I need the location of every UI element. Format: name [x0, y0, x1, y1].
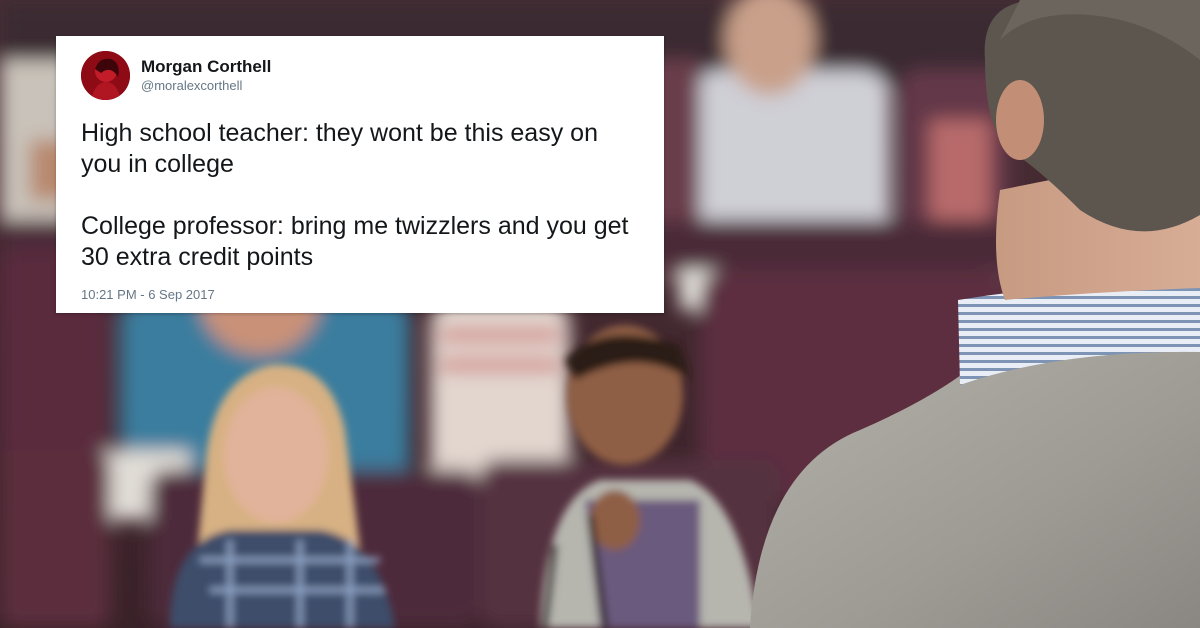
tweet-header: Morgan Corthell @moralexcorthell — [81, 46, 640, 104]
avatar[interactable] — [81, 50, 130, 100]
tweet-paragraph: College professor: bring me twizzlers an… — [81, 212, 629, 271]
tweet-timestamp[interactable]: 10:21 PM - 6 Sep 2017 — [81, 287, 640, 302]
author-handle[interactable]: @moralexcorthell — [141, 77, 271, 94]
tweet-text: High school teacher: they wont be this e… — [81, 118, 640, 273]
author-display-name[interactable]: Morgan Corthell — [141, 56, 271, 77]
avatar-photo — [81, 50, 130, 100]
tweet-card: Morgan Corthell @moralexcorthell High sc… — [56, 36, 664, 313]
author-block: Morgan Corthell @moralexcorthell — [141, 56, 271, 94]
tweet-paragraph: High school teacher: they wont be this e… — [81, 119, 598, 178]
